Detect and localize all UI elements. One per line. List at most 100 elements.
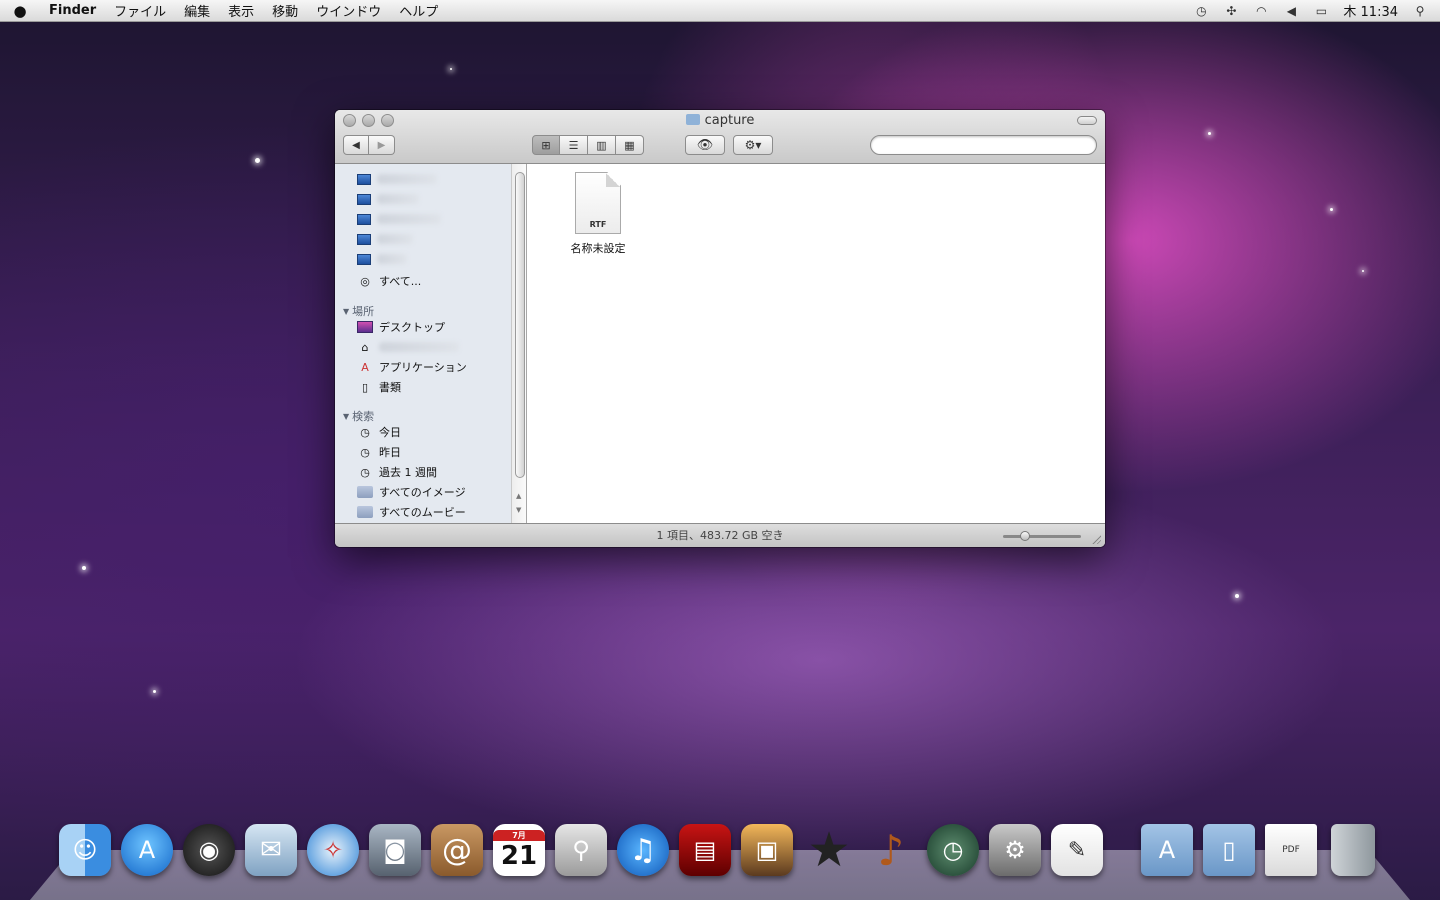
dock-item-garageband[interactable]: ♪ <box>864 822 918 878</box>
sidebar-item-yesterday[interactable]: ◷ 昨日 <box>357 443 401 461</box>
toolbar-toggle-button[interactable] <box>1077 116 1097 125</box>
dock-item-ical[interactable]: 7月 21 <box>492 822 546 878</box>
dock-item-facetime[interactable]: ◙ <box>368 822 422 878</box>
menu-window[interactable]: ウインドウ <box>307 1 390 20</box>
dock-item-itunes[interactable]: ♫ <box>616 822 670 878</box>
dock-item-preview[interactable]: ⚲ <box>554 822 608 878</box>
file-area[interactable]: RTF 名称未設定 <box>528 164 1105 523</box>
sidebar-item-documents[interactable]: ▯ 書類 <box>357 378 401 396</box>
sidebar-item-all[interactable]: ◎ すべて... <box>357 272 421 290</box>
file-item[interactable]: RTF 名称未設定 <box>558 172 638 256</box>
time-machine-status-icon[interactable]: ◷ <box>1193 4 1209 18</box>
volume-icon[interactable]: ◀ <box>1283 4 1299 18</box>
menu-finder[interactable]: Finder <box>40 3 105 18</box>
resize-grip[interactable] <box>1091 534 1101 544</box>
sidebar-item-all-movies[interactable]: すべてのムービー <box>357 503 466 521</box>
disclosure-triangle-icon: ▼ <box>343 411 350 421</box>
icon-view-button[interactable]: ⊞ <box>532 135 560 155</box>
spotlight-icon[interactable]: ⚲ <box>1412 4 1428 18</box>
dock-item-time-machine[interactable]: ◷ <box>926 822 980 878</box>
dock-item-applications-stack[interactable]: A <box>1140 822 1194 878</box>
redacted-label <box>377 254 407 264</box>
sidebar-item-past-week[interactable]: ◷ 過去 1 週間 <box>357 463 437 481</box>
finder-window: capture ◀ ▶ ⊞ ☰ ▥ ▦ 👁 ⚙▾ ⚲ ◎すべて... ▼場所 デ… <box>335 110 1105 547</box>
pdf-file-icon: PDF <box>1265 824 1317 876</box>
smart-folder-icon <box>357 506 373 518</box>
applications-icon: A <box>361 360 369 374</box>
documents-folder-icon: ▯ <box>1203 824 1255 876</box>
dock-item-textedit[interactable]: ✎ <box>1050 822 1104 878</box>
wifi-icon[interactable]: ◠ <box>1253 4 1269 18</box>
quick-look-button[interactable]: 👁 <box>685 135 725 155</box>
dock: ☺ A ◉ ✉ ✧ ◙ @ 7月 21 ⚲ ♫ ▤ ▣ ★ ♪ ◷ ⚙ ✎ A ▯… <box>58 822 1380 882</box>
search-input[interactable] <box>870 135 1097 155</box>
sidebar-item-shared-4[interactable] <box>357 230 413 248</box>
sidebar-header-search[interactable]: ▼ 検索 <box>343 408 374 424</box>
apple-menu-icon[interactable]: ● <box>0 2 40 20</box>
sidebar-header-places[interactable]: ▼ 場所 <box>343 303 374 319</box>
clock-icon: ◷ <box>360 445 370 459</box>
redacted-label <box>377 234 413 244</box>
sidebar-scrollbar[interactable]: ▲ ▼ <box>511 164 526 523</box>
sidebar-item-shared-5[interactable] <box>357 250 407 268</box>
dock-item-system-preferences[interactable]: ⚙ <box>988 822 1042 878</box>
dock-item-safari[interactable]: ✧ <box>306 822 360 878</box>
forward-button[interactable]: ▶ <box>369 135 395 155</box>
menu-edit[interactable]: 編集 <box>175 1 219 20</box>
slider-knob[interactable] <box>1020 531 1030 541</box>
scroll-up-arrow-icon[interactable]: ▲ <box>516 492 521 500</box>
battery-icon[interactable]: ▭ <box>1313 4 1329 18</box>
action-menu-button[interactable]: ⚙▾ <box>733 135 773 155</box>
menu-go[interactable]: 移動 <box>263 1 307 20</box>
status-menus: ◷ ✣ ◠ ◀ ▭ 木 11:34 ⚲ <box>1193 1 1440 21</box>
dock-item-pdf[interactable]: PDF <box>1264 822 1318 878</box>
column-view-button[interactable]: ▥ <box>588 135 616 155</box>
wallpaper-star <box>1235 594 1239 598</box>
nav-buttons: ◀ ▶ <box>343 135 395 155</box>
dock-item-trash[interactable] <box>1326 822 1380 878</box>
sidebar-item-all-images[interactable]: すべてのイメージ <box>357 483 466 501</box>
sidebar-item-shared-1[interactable] <box>357 170 437 188</box>
window-title: capture <box>335 113 1105 128</box>
sidebar-item-shared-2[interactable] <box>357 190 419 208</box>
icon-size-slider[interactable] <box>1003 531 1081 541</box>
wallpaper-star <box>82 566 86 570</box>
wallpaper-star <box>1208 132 1211 135</box>
address-book-icon: @ <box>431 824 483 876</box>
textedit-icon: ✎ <box>1051 824 1103 876</box>
list-view-button[interactable]: ☰ <box>560 135 588 155</box>
computer-icon <box>357 173 371 185</box>
dock-item-iphoto[interactable]: ▣ <box>740 822 794 878</box>
back-button[interactable]: ◀ <box>343 135 369 155</box>
finder-icon: ☺ <box>59 824 111 876</box>
page-corner <box>606 173 620 187</box>
redacted-label <box>377 194 419 204</box>
coverflow-view-button[interactable]: ▦ <box>616 135 644 155</box>
dock-item-imovie[interactable]: ★ <box>802 822 856 878</box>
bluetooth-icon[interactable]: ✣ <box>1223 4 1239 18</box>
preview-icon: ⚲ <box>555 824 607 876</box>
menu-view[interactable]: 表示 <box>219 1 263 20</box>
menu-file[interactable]: ファイル <box>105 1 175 20</box>
menu-clock[interactable]: 木 11:34 <box>1343 1 1398 20</box>
wallpaper-star <box>450 68 452 70</box>
sidebar-item-home[interactable]: ⌂ <box>357 338 459 356</box>
dock-item-address-book[interactable]: @ <box>430 822 484 878</box>
dock-item-mail[interactable]: ✉ <box>244 822 298 878</box>
scroll-down-arrow-icon[interactable]: ▼ <box>516 506 521 514</box>
sidebar-item-applications[interactable]: A アプリケーション <box>357 358 467 376</box>
menu-bar: ● Finder ファイル 編集 表示 移動 ウインドウ ヘルプ ◷ ✣ ◠ ◀… <box>0 0 1440 22</box>
sidebar-item-today[interactable]: ◷ 今日 <box>357 423 401 441</box>
menu-help[interactable]: ヘルプ <box>390 1 447 20</box>
network-globe-icon: ◎ <box>360 274 370 288</box>
rtf-document-icon: RTF <box>575 172 621 234</box>
dock-item-app-store[interactable]: A <box>120 822 174 878</box>
dock-item-finder[interactable]: ☺ <box>58 822 112 878</box>
dock-item-photo-booth[interactable]: ▤ <box>678 822 732 878</box>
dock-item-documents-stack[interactable]: ▯ <box>1202 822 1256 878</box>
sidebar-item-shared-3[interactable] <box>357 210 441 228</box>
sidebar-item-desktop[interactable]: デスクトップ <box>357 318 445 336</box>
scrollbar-thumb[interactable] <box>515 172 525 478</box>
computer-icon <box>357 213 371 225</box>
dock-item-dashboard[interactable]: ◉ <box>182 822 236 878</box>
